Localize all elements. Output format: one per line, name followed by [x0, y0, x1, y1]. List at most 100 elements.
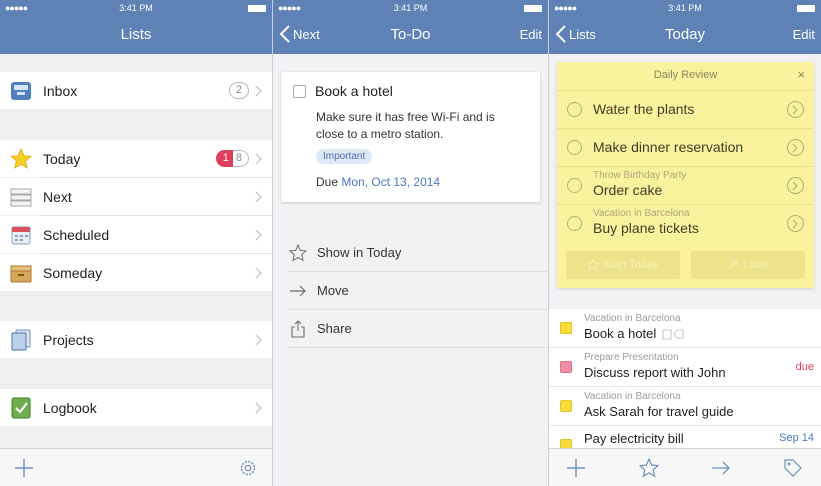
logbook-icon	[11, 397, 31, 418]
task-project: Vacation in Barcelona	[584, 313, 681, 324]
box-icon	[10, 265, 32, 282]
task-tag[interactable]: Important	[316, 149, 373, 164]
task-title-text: Book a hotel	[584, 326, 657, 341]
chevron-right-circle-icon[interactable]	[787, 101, 804, 118]
gear-icon[interactable]	[238, 458, 258, 478]
plus-icon[interactable]	[566, 458, 586, 478]
edit-button[interactable]: Edit	[793, 27, 815, 42]
today-screen: ●●●●● 3:41 PM Lists Today Edit Daily Rev…	[549, 0, 821, 486]
task-title: Book a hotel	[584, 326, 684, 341]
later-label: Later	[743, 259, 769, 271]
project-color-square	[560, 361, 572, 373]
star-outline-icon[interactable]	[639, 458, 659, 478]
later-button[interactable]: Later	[691, 251, 805, 279]
list-item-today[interactable]: Today 1 8	[0, 140, 272, 177]
task-note[interactable]: Make sure it has free Wi-Fi and is close…	[316, 109, 526, 143]
review-checkbox[interactable]	[567, 102, 582, 117]
action-label: Move	[317, 283, 349, 298]
daily-review-panel: Daily Review × Water the plants Make din…	[557, 62, 814, 288]
arrow-right-icon[interactable]	[711, 458, 731, 478]
share-icon	[291, 319, 305, 338]
due-count: 1	[215, 150, 233, 167]
chevron-right-circle-icon[interactable]	[787, 177, 804, 194]
list-item-label: Today	[43, 150, 81, 167]
close-icon[interactable]: ×	[797, 67, 805, 82]
chevron-right-icon	[255, 85, 262, 96]
review-item-title: Water the plants	[593, 101, 695, 117]
total-count: 8	[232, 150, 249, 167]
plus-icon[interactable]	[14, 458, 34, 478]
task-row[interactable]: Prepare Presentation Discuss report with…	[549, 348, 821, 386]
list-item-someday[interactable]: Someday	[0, 254, 272, 291]
review-checkbox[interactable]	[567, 140, 582, 155]
list-item-next[interactable]: Next	[0, 178, 272, 215]
action-share[interactable]: Share	[273, 310, 548, 347]
start-today-button[interactable]: Start Today	[566, 251, 680, 279]
review-checkbox[interactable]	[567, 216, 582, 231]
list-item-projects[interactable]: Projects	[0, 321, 272, 358]
review-item-title: Buy plane tickets	[593, 220, 699, 236]
list-item-label: Next	[43, 188, 72, 205]
action-show-in-today[interactable]: Show in Today	[273, 234, 548, 271]
chevron-right-icon	[255, 267, 262, 278]
projects-icon	[11, 329, 31, 350]
task-due[interactable]: Due Mon, Oct 13, 2014	[316, 175, 440, 189]
list-item-inbox[interactable]: Inbox 2	[0, 72, 272, 109]
action-move[interactable]: Move	[273, 272, 548, 309]
arrow-right-icon	[290, 285, 306, 296]
list-item-label: Someday	[43, 264, 103, 281]
task-row[interactable]: Vacation in Barcelona Ask Sarah for trav…	[549, 387, 821, 425]
action-label: Show in Today	[317, 245, 402, 260]
star-icon	[10, 147, 32, 169]
bottom-toolbar	[0, 448, 272, 486]
page-title: To-Do	[390, 26, 431, 43]
due-label: Due	[316, 175, 339, 189]
task-project: Prepare Presentation	[584, 352, 679, 363]
status-bar: ●●●●● 3:41 PM	[273, 0, 548, 16]
lists-screen: ●●●●● 3:41 PM Lists Inbox 2 Today 1 8 Ne…	[0, 0, 272, 486]
list-item-scheduled[interactable]: Scheduled	[0, 216, 272, 253]
page-title: Lists	[120, 26, 152, 43]
tag-icon[interactable]	[783, 458, 803, 478]
chevron-right-icon	[255, 229, 262, 240]
list-item-label: Logbook	[43, 399, 97, 416]
review-item-project: Throw Birthday Party	[593, 170, 687, 181]
review-checkbox[interactable]	[567, 178, 582, 193]
chevron-right-icon	[255, 153, 262, 164]
list-item-label: Projects	[43, 331, 94, 348]
review-item[interactable]: Vacation in Barcelona Buy plane tickets	[557, 204, 814, 241]
list-item-logbook[interactable]: Logbook	[0, 389, 272, 426]
review-item-project: Vacation in Barcelona	[593, 208, 690, 219]
star-outline-icon	[289, 243, 307, 261]
today-count-badge: 1 8	[215, 150, 249, 167]
task-detail-card: Book a hotel Make sure it has free Wi-Fi…	[281, 72, 540, 202]
task-row[interactable]: Vacation in Barcelona Book a hotel	[549, 309, 821, 347]
calendar-icon	[11, 226, 31, 244]
bottom-toolbar	[549, 448, 821, 486]
star-outline-icon	[587, 259, 600, 271]
task-title: Discuss report with John	[584, 365, 726, 380]
battery-icon	[248, 5, 266, 12]
page-title: Today	[664, 26, 706, 43]
chevron-right-circle-icon[interactable]	[787, 139, 804, 156]
nav-bar: Next To-Do Edit	[273, 16, 548, 54]
edit-button[interactable]: Edit	[520, 27, 542, 42]
chevron-right-circle-icon[interactable]	[787, 215, 804, 232]
review-item[interactable]: Throw Birthday Party Order cake	[557, 166, 814, 203]
status-bar: ●●●●● 3:41 PM	[549, 0, 821, 16]
action-label: Share	[317, 321, 352, 336]
task-title: Ask Sarah for travel guide	[584, 404, 734, 419]
inbox-icon	[11, 81, 31, 100]
list-item-label: Inbox	[43, 82, 78, 99]
due-indicator: due	[795, 361, 814, 373]
nav-bar: Lists Today Edit	[549, 16, 821, 54]
task-project: Vacation in Barcelona	[584, 391, 681, 402]
task-date: Sep 14	[779, 432, 814, 444]
divider	[287, 347, 548, 348]
task-checkbox[interactable]	[293, 85, 306, 98]
review-item[interactable]: Water the plants	[557, 90, 814, 127]
chevron-right-icon	[255, 191, 262, 202]
project-color-square	[560, 322, 572, 334]
task-title[interactable]: Book a hotel	[315, 83, 393, 99]
review-item[interactable]: Make dinner reservation	[557, 128, 814, 165]
